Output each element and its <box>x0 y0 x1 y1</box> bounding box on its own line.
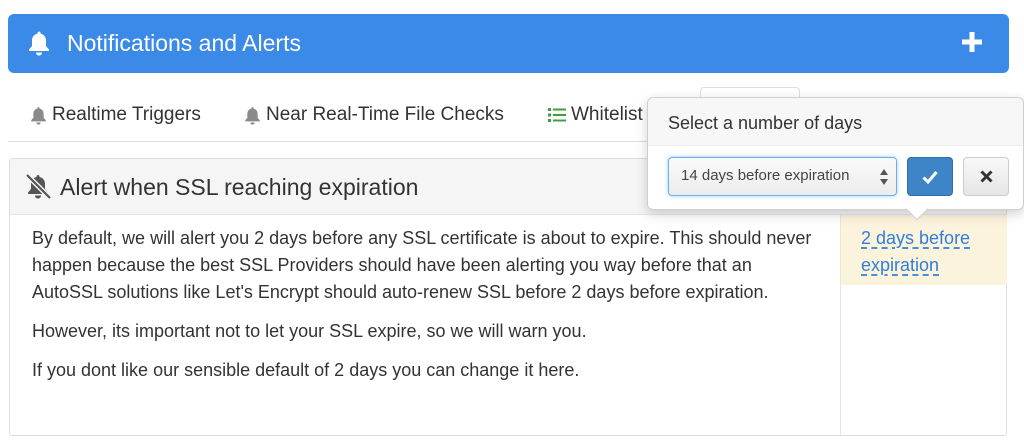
tab-label: Realtime Triggers <box>52 104 201 125</box>
confirm-button[interactable] <box>907 157 953 196</box>
select-arrows-icon <box>880 169 888 185</box>
paragraph: If you dont like our sensible default of… <box>32 360 580 380</box>
select-value: 14 days before expiration <box>681 167 850 184</box>
list-icon <box>548 108 566 122</box>
paragraph: However, its important not to let your S… <box>32 321 587 341</box>
days-popover: Select a number of days 14 days before e… <box>647 97 1024 210</box>
tab-whitelist[interactable]: Whitelist <box>548 104 643 126</box>
popover-title: Select a number of days <box>648 98 1023 146</box>
page-title: Notifications and Alerts <box>67 30 301 56</box>
paragraph: By default, we will alert you 2 days bef… <box>32 228 812 302</box>
panel-description: By default, we will alert you 2 days bef… <box>32 225 822 396</box>
close-icon <box>979 170 993 183</box>
bell-slash-icon <box>25 173 52 200</box>
cancel-button[interactable] <box>963 157 1009 196</box>
days-editable-link[interactable]: 2 days before expiration <box>861 225 1001 279</box>
notifications-header: Notifications and Alerts <box>8 14 1009 73</box>
tab-near-real-time-file-checks[interactable]: Near Real-Time File Checks <box>244 104 504 126</box>
tab-label: Whitelist <box>571 104 643 125</box>
tab-label: Near Real-Time File Checks <box>266 104 504 125</box>
plus-icon[interactable] <box>961 31 983 53</box>
panel-title: Alert when SSL reaching expiration <box>60 174 419 200</box>
days-select[interactable]: 14 days before expiration <box>668 157 897 196</box>
setting-value-column: 2 days before expiration <box>840 215 1007 436</box>
bell-icon <box>31 106 46 125</box>
check-icon <box>922 170 938 184</box>
tab-realtime-triggers[interactable]: Realtime Triggers <box>30 104 201 126</box>
bell-icon <box>245 106 260 125</box>
bell-icon <box>29 31 49 56</box>
